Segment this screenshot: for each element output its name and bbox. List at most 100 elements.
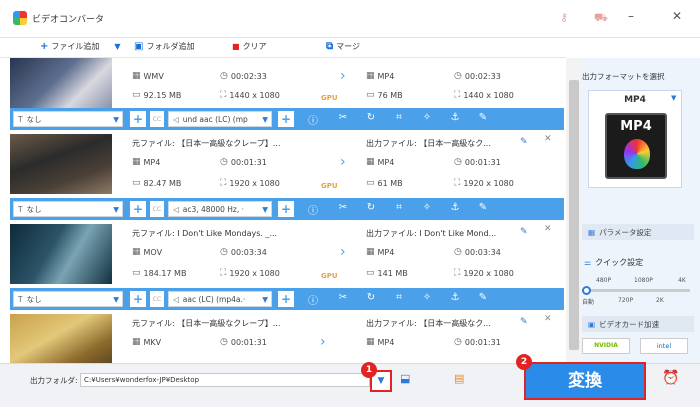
chevron-down-icon: ▼ bbox=[262, 204, 268, 214]
info-icon[interactable]: ⓘ bbox=[306, 292, 320, 307]
film-icon: ▦ bbox=[132, 157, 141, 167]
subtitle-select[interactable]: T なし ▼ bbox=[13, 111, 123, 127]
file-row[interactable]: 元ファイル: I Don't Like Mondays. _... 出力ファイル… bbox=[10, 220, 564, 286]
add-subtitle-button[interactable]: + bbox=[130, 201, 146, 217]
video-thumbnail[interactable] bbox=[10, 134, 112, 194]
cut-icon[interactable]: ✂ bbox=[336, 202, 350, 213]
alarm-clock-icon[interactable]: ⏰ bbox=[662, 370, 679, 386]
rotate-icon[interactable]: ↻ bbox=[364, 292, 378, 303]
quality-tick-1080p: 1080P bbox=[634, 277, 653, 284]
select-format-label: 出力フォーマットを選択 bbox=[582, 72, 665, 81]
out-resolution: ⛶ 1440 x 1080 bbox=[454, 90, 514, 100]
cut-icon[interactable]: ✂ bbox=[336, 112, 350, 123]
cc-icon[interactable]: CC bbox=[150, 201, 164, 217]
clock-icon: ◷ bbox=[454, 71, 462, 81]
audio-select[interactable]: ◁ aac (LC) (mp4a.· ▼ bbox=[168, 291, 272, 307]
film-icon: ▦ bbox=[366, 337, 375, 347]
clear-button[interactable]: ■ クリア bbox=[232, 41, 267, 52]
out-format: ▦ MP4 bbox=[366, 157, 395, 167]
crop-icon[interactable]: ⌗ bbox=[392, 292, 406, 303]
add-audio-button[interactable]: + bbox=[278, 111, 294, 127]
effects-icon[interactable]: ✧ bbox=[420, 112, 434, 123]
quality-tick-auto: 自動 bbox=[582, 299, 595, 306]
remove-file-icon[interactable]: ✕ bbox=[544, 314, 552, 324]
watermark-icon[interactable]: ⚓ bbox=[448, 112, 462, 123]
key-icon[interactable]: ⚷ bbox=[560, 11, 568, 24]
add-folder-label: フォルダ追加 bbox=[146, 42, 195, 51]
add-audio-button[interactable]: + bbox=[278, 201, 294, 217]
subtitle-select[interactable]: T なし ▼ bbox=[13, 291, 123, 307]
file-row[interactable]: 元ファイル: 【日本一高級なクレープ】... 出力ファイル: 【日本一高級なク.… bbox=[10, 310, 564, 363]
rotate-icon[interactable]: ↻ bbox=[364, 202, 378, 213]
format-dropdown[interactable]: MP4 ▼ MP4 bbox=[588, 90, 682, 188]
file-size-icon: ▭ bbox=[366, 268, 375, 278]
subtitle-select[interactable]: T なし ▼ bbox=[13, 201, 123, 217]
clock-icon: ◷ bbox=[454, 247, 462, 257]
chevron-down-icon: ▼ bbox=[113, 204, 119, 214]
add-subtitle-button[interactable]: + bbox=[130, 111, 146, 127]
info-icon[interactable]: ⓘ bbox=[306, 112, 320, 127]
merge-label: マージ bbox=[336, 42, 360, 51]
output-folder-path[interactable]: C:¥Users¥wonderfox-JP¥Desktop bbox=[80, 373, 370, 387]
add-audio-button[interactable]: + bbox=[278, 291, 294, 307]
minimize-button[interactable]: – bbox=[628, 9, 634, 23]
parameter-settings-button[interactable]: ▦ パラメータ設定 bbox=[582, 224, 694, 240]
rename-pen-icon[interactable]: ✎ bbox=[520, 227, 528, 237]
quality-slider-handle[interactable] bbox=[582, 286, 591, 295]
arrow-right-icon: › bbox=[340, 154, 346, 170]
chevron-down-icon[interactable]: ▼ bbox=[114, 42, 120, 51]
quality-slider-track[interactable] bbox=[584, 289, 690, 292]
balloon-icon bbox=[624, 139, 650, 169]
out-size: ▭ 76 MB bbox=[366, 90, 403, 100]
remove-file-icon[interactable]: ✕ bbox=[544, 134, 552, 144]
output-filename: 出力ファイル: I Don't Like Mond... bbox=[366, 229, 497, 238]
watermark-icon[interactable]: ⚓ bbox=[448, 202, 462, 213]
add-file-label: ファイル追加 bbox=[51, 42, 100, 51]
open-folder-icon[interactable]: ⬓ bbox=[400, 372, 410, 385]
cc-icon[interactable]: CC bbox=[150, 291, 164, 307]
gpu-icon: GPU bbox=[321, 272, 338, 280]
output-folder-label: 出力フォルダ: bbox=[30, 376, 78, 385]
gpu-icon: GPU bbox=[321, 182, 338, 190]
cc-icon[interactable]: CC bbox=[150, 111, 164, 127]
crop-icon[interactable]: ⌗ bbox=[392, 202, 406, 213]
rotate-icon[interactable]: ↻ bbox=[364, 112, 378, 123]
file-row[interactable]: 元ファイル: 【日本一高級なクレープ】... 出力ファイル: 【日本一高級なク.… bbox=[10, 130, 564, 196]
audio-select[interactable]: ◁ und aac (LC) (mp ▼ bbox=[168, 111, 272, 127]
add-subtitle-button[interactable]: + bbox=[130, 291, 146, 307]
video-thumbnail[interactable] bbox=[10, 314, 112, 363]
audio-select[interactable]: ◁ ac3, 48000 Hz, · ▼ bbox=[168, 201, 272, 217]
edit-icon[interactable]: ✎ bbox=[476, 112, 490, 123]
out-format: ▦ MP4 bbox=[366, 71, 395, 81]
film-icon: ▦ bbox=[366, 247, 375, 257]
effects-icon[interactable]: ✧ bbox=[420, 202, 434, 213]
output-filename: 出力ファイル: 【日本一高級なク... bbox=[366, 319, 491, 328]
close-button[interactable]: ✕ bbox=[672, 9, 682, 23]
chevron-down-icon: ▼ bbox=[113, 294, 119, 304]
add-file-button[interactable]: + ファイル追加 ▼ bbox=[40, 41, 121, 52]
add-folder-button[interactable]: ▣ フォルダ追加 bbox=[134, 41, 194, 52]
cart-icon[interactable]: ⛟ bbox=[594, 11, 608, 26]
merge-button[interactable]: ⧉ マージ bbox=[326, 41, 360, 52]
text-icon: T bbox=[18, 204, 23, 214]
text-icon: T bbox=[18, 114, 23, 124]
cut-icon[interactable]: ✂ bbox=[336, 292, 350, 303]
file-row[interactable]: ▦ WMV ◷ 00:02:33 ▭ 92.15 MB ⛶ 1440 x 1080 GP… bbox=[10, 58, 564, 108]
gpu-acceleration-button[interactable]: ▣ ビデオカード加速 bbox=[582, 316, 694, 332]
info-icon[interactable]: ⓘ bbox=[306, 202, 320, 217]
watermark-icon[interactable]: ⚓ bbox=[448, 292, 462, 303]
video-thumbnail[interactable] bbox=[10, 224, 112, 284]
crop-icon[interactable]: ⌗ bbox=[392, 112, 406, 123]
rename-pen-icon[interactable]: ✎ bbox=[520, 137, 528, 147]
video-thumbnail[interactable] bbox=[10, 58, 112, 108]
nvidia-logo: NVIDIA bbox=[582, 338, 630, 354]
export-folder-icon[interactable]: ▤ bbox=[454, 372, 464, 385]
rename-pen-icon[interactable]: ✎ bbox=[520, 317, 528, 327]
remove-file-icon[interactable]: ✕ bbox=[544, 224, 552, 234]
effects-icon[interactable]: ✧ bbox=[420, 292, 434, 303]
convert-button[interactable]: 変換 bbox=[524, 362, 646, 400]
edit-icon[interactable]: ✎ bbox=[476, 202, 490, 213]
title-bar: ビデオコンバータ ⚷ ⛟ – ✕ bbox=[0, 0, 700, 38]
scrollbar-thumb[interactable] bbox=[569, 80, 579, 350]
edit-icon[interactable]: ✎ bbox=[476, 292, 490, 303]
